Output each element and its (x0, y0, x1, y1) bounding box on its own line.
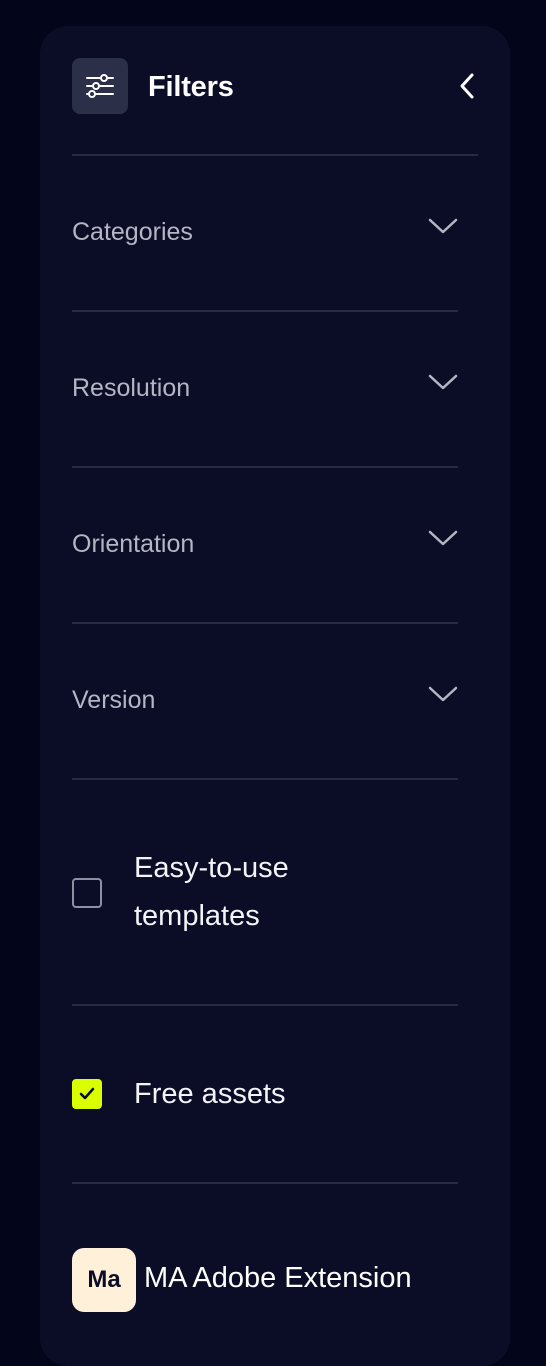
accordion-orientation[interactable]: Orientation (72, 514, 458, 574)
chevron-down-icon (428, 686, 458, 702)
easy-templates-label-line1: Easy-to-use (134, 852, 289, 884)
accordion-categories[interactable]: Categories (72, 202, 458, 262)
accordion-version[interactable]: Version (72, 670, 458, 730)
filters-title: Filters (148, 71, 234, 103)
free-assets-option[interactable]: Free assets (72, 1070, 458, 1118)
easy-templates-label-line2: templates (134, 900, 260, 932)
ma-adobe-extension-link[interactable]: Ma MA Adobe Extension (72, 1248, 492, 1312)
divider (72, 310, 458, 312)
divider (72, 466, 458, 468)
divider (72, 1004, 458, 1006)
divider (72, 1182, 458, 1184)
chevron-left-icon (460, 73, 474, 99)
chevron-down-icon (428, 374, 458, 390)
free-assets-checkbox[interactable] (72, 1079, 102, 1109)
easy-templates-checkbox[interactable] (72, 878, 102, 908)
collapse-panel-button[interactable] (446, 70, 478, 102)
divider (72, 778, 458, 780)
extension-label: MA Adobe Extension (144, 1262, 412, 1294)
easy-templates-option[interactable]: Easy-to-use templates (72, 844, 458, 944)
ma-logo: Ma (72, 1248, 136, 1312)
accordion-label: Version (72, 686, 156, 714)
accordion-label: Orientation (72, 530, 195, 558)
filters-panel: Filters Categories Resolution Orientatio… (40, 26, 510, 1366)
sliders-icon (72, 58, 128, 114)
chevron-down-icon (428, 530, 458, 546)
easy-templates-label: Easy-to-use templates (134, 844, 289, 940)
divider (72, 622, 458, 624)
header-divider (72, 154, 478, 156)
checkmark-icon (79, 1087, 95, 1100)
accordion-label: Categories (72, 218, 193, 246)
accordion-label: Resolution (72, 374, 191, 402)
filters-header: Filters (72, 58, 478, 114)
free-assets-label: Free assets (134, 1078, 286, 1110)
chevron-down-icon (428, 218, 458, 234)
accordion-resolution[interactable]: Resolution (72, 358, 458, 418)
